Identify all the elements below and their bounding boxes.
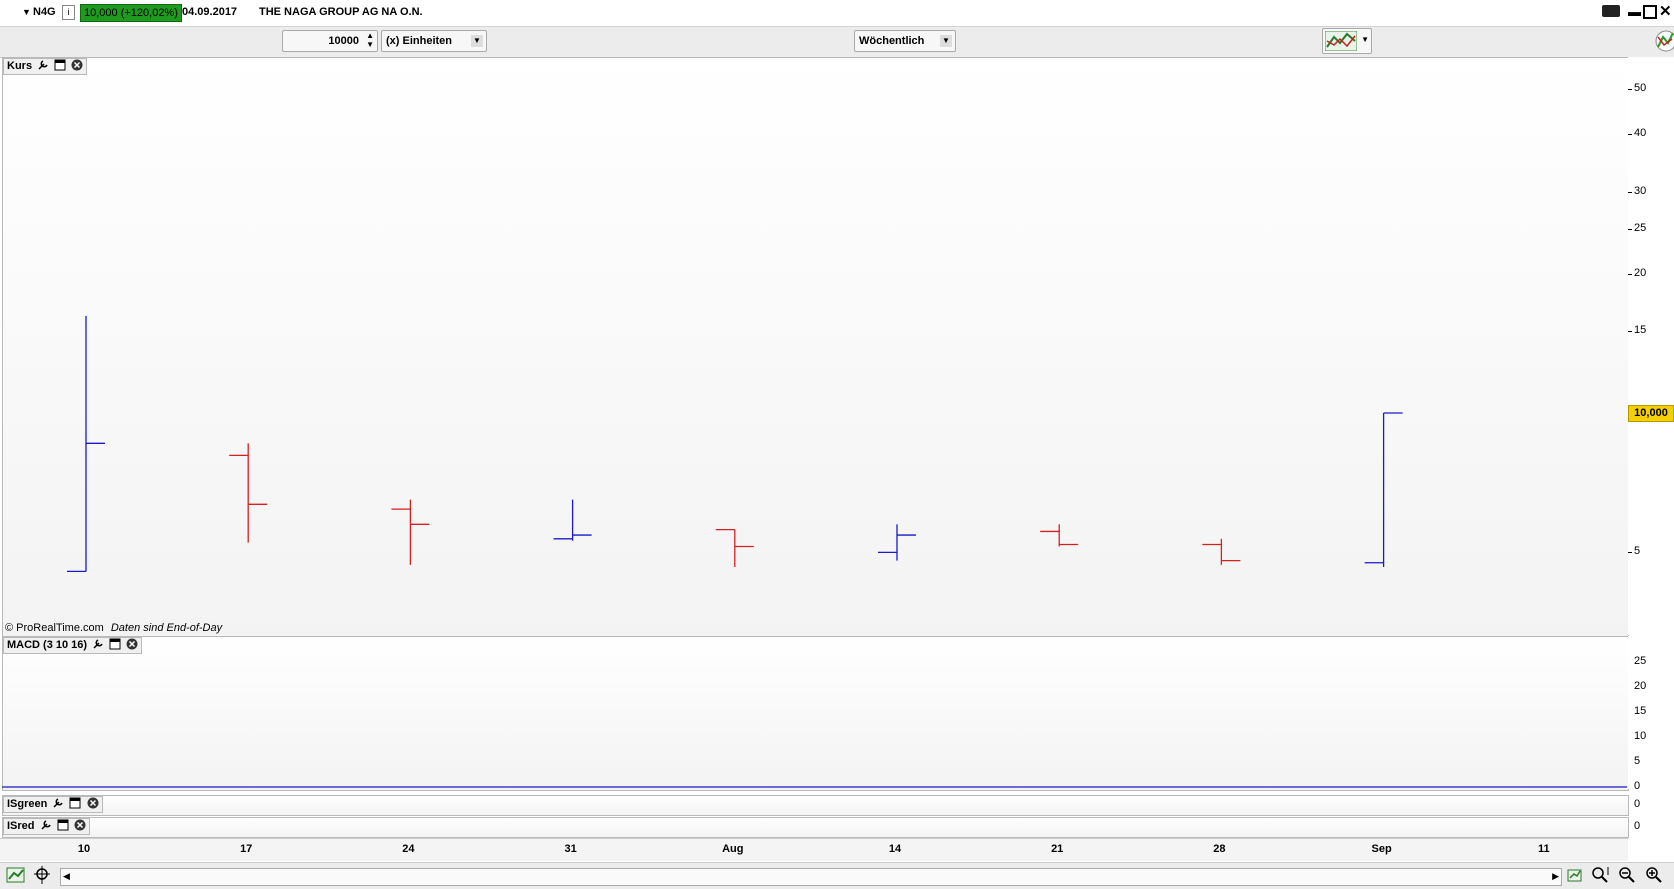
close-circle-icon[interactable] (87, 797, 99, 809)
x-tick-label: 17 (240, 843, 253, 855)
unit-select[interactable]: (x) Einheiten ▼ (381, 30, 487, 52)
ohlc-bar[interactable] (553, 499, 592, 541)
ohlc-bar[interactable] (1040, 524, 1079, 547)
horizontal-scrollbar[interactable]: ◀ ▶ (60, 868, 1562, 886)
ohlc-bar[interactable] (878, 524, 916, 561)
isgreen-panel-title-text: ISgreen (7, 798, 48, 810)
zoom-in-icon[interactable] (1645, 866, 1663, 884)
maximize-icon[interactable] (1643, 5, 1657, 19)
ohlc-bar[interactable] (715, 528, 754, 568)
close-circle-icon[interactable] (74, 819, 86, 831)
price-y-tick-mark (1628, 273, 1632, 275)
isred-panel-title-text: ISred (7, 820, 35, 832)
chevron-down-icon[interactable]: ▼ (471, 35, 483, 47)
price-y-tick: 15 (1634, 324, 1647, 337)
chevron-down-icon[interactable]: ▼ (1361, 35, 1369, 44)
price-y-tick: 30 (1634, 184, 1647, 197)
x-tick-label: 24 (402, 843, 415, 855)
close-icon[interactable]: ✕ (1659, 2, 1672, 20)
chart-settings-icon[interactable] (6, 866, 26, 884)
price-y-tick: 40 (1634, 127, 1647, 140)
company-name: THE NAGA GROUP AG NA O.N. (259, 6, 423, 18)
period-select[interactable]: Wöchentlich ▼ (854, 30, 956, 52)
title-bar: ▼ N4G i 10,000 (+120,02%) 04.09.2017 THE… (0, 0, 1674, 27)
isgreen-panel[interactable] (2, 795, 1629, 816)
price-y-tick-mark (1628, 89, 1632, 91)
x-tick-label: 11 (1537, 843, 1550, 855)
price-y-tick: 25 (1634, 221, 1647, 234)
chevron-down-icon[interactable]: ▼ (940, 35, 952, 47)
macd-y-tick: 10 (1634, 730, 1647, 742)
scroll-left-icon[interactable]: ◀ (63, 871, 70, 882)
price-y-tick-mark (1628, 331, 1632, 333)
unit-select-label: (x) Einheiten (386, 35, 453, 47)
ohlc-bar[interactable] (67, 315, 105, 573)
zoom-out-icon[interactable] (1618, 866, 1636, 884)
quantity-stepper[interactable]: 10000 ▲ ▼ (282, 30, 378, 52)
window-icon[interactable] (69, 797, 81, 809)
price-y-tick-mark (1628, 134, 1632, 136)
ohlc-bar[interactable] (391, 499, 430, 565)
ohlc-bar[interactable] (1364, 412, 1403, 568)
price-y-tick: 50 (1634, 82, 1647, 95)
date-label: 04.09.2017 (182, 6, 238, 18)
macd-y-axis[interactable]: 25 20 15 10 5 0 (1628, 636, 1674, 792)
macd-y-tick: 25 (1634, 655, 1647, 667)
isgreen-value: 0 (1634, 798, 1641, 810)
price-y-tick-mark (1628, 191, 1632, 193)
ohlc-bar[interactable] (1202, 538, 1241, 565)
x-tick-label: 21 (1051, 843, 1064, 855)
price-chart[interactable] (2, 57, 1627, 635)
isred-value: 0 (1634, 820, 1641, 832)
chart-type-icon (1325, 31, 1357, 51)
wrench-icon[interactable] (52, 797, 64, 809)
price-change-badge: 10,000 (+120,02%) (80, 4, 182, 22)
x-axis[interactable]: 10 17 24 31 Aug 14 21 28 Sep 11 (0, 838, 1628, 861)
x-tick-label: 28 (1213, 843, 1226, 855)
scroll-right-icon[interactable]: ▶ (1552, 871, 1559, 882)
wrench-icon[interactable] (40, 819, 52, 831)
x-tick-label: 10 (77, 843, 91, 855)
zoom-vertical-icon[interactable] (1591, 866, 1611, 884)
macd-y-tick: 0 (1634, 780, 1641, 792)
cursor-crosshair-icon[interactable] (34, 866, 54, 884)
macd-y-tick: 5 (1634, 755, 1641, 767)
price-y-axis[interactable]: 50 40 30 25 20 15 10,000 5 (1628, 57, 1674, 635)
ohlc-bar[interactable] (229, 443, 268, 543)
isred-panel-title: ISred (3, 818, 90, 835)
price-y-tick-mark (1628, 228, 1632, 230)
chart-toolbar: 10000 ▲ ▼ (x) Einheiten ▼ Wöchentlich ▼ ▼ (0, 27, 1674, 58)
minimize-icon[interactable]: ▬ (1628, 4, 1641, 19)
macd-y-tick: 15 (1634, 705, 1647, 717)
x-tick-label: 31 (564, 843, 577, 855)
x-tick-label: 14 (888, 843, 902, 855)
price-y-tick: 5 (1634, 545, 1641, 558)
current-price-label: 10,000 (1628, 404, 1674, 422)
chevron-down-icon[interactable]: ▼ (22, 7, 31, 17)
isred-panel[interactable] (2, 817, 1629, 838)
fit-chart-icon[interactable] (1566, 866, 1584, 884)
chart-type-button[interactable]: ▼ (1322, 28, 1372, 54)
info-icon[interactable]: i (62, 5, 75, 20)
x-tick-label: Aug (722, 843, 744, 855)
price-y-tick-mark (1628, 552, 1632, 554)
stepper-arrows-icon[interactable]: ▲ ▼ (366, 31, 374, 49)
x-tick-label: Sep (1371, 843, 1392, 855)
isgreen-panel-title: ISgreen (3, 796, 103, 813)
quantity-value: 10000 (328, 35, 359, 47)
period-select-label: Wöchentlich (859, 35, 925, 47)
price-y-tick: 20 (1634, 266, 1647, 279)
indicator-icon[interactable] (1652, 29, 1674, 53)
symbol-label[interactable]: N4G (33, 6, 56, 18)
macd-y-tick: 20 (1634, 680, 1647, 692)
macd-chart[interactable] (2, 636, 1627, 789)
keyboard-icon[interactable] (1602, 5, 1620, 17)
window-icon[interactable] (57, 819, 69, 831)
